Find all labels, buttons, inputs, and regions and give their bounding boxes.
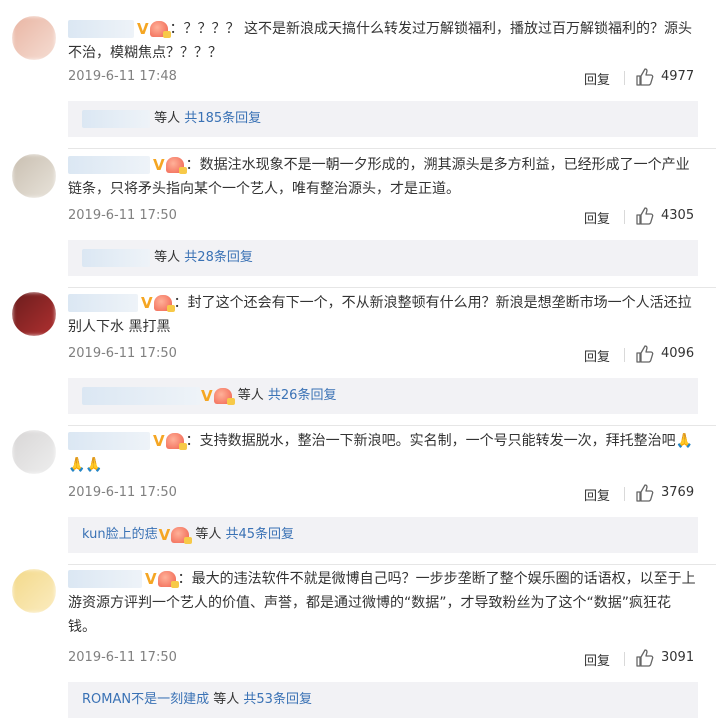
avatar[interactable]	[12, 292, 56, 336]
fan-badge-icon	[153, 295, 175, 312]
reply-button[interactable]: 回复	[584, 650, 610, 669]
reply-summary[interactable]: 等人 共185条回复	[68, 101, 698, 137]
reply-summary[interactable]: 等人 共28条回复	[68, 240, 698, 276]
like-count: 4305	[661, 208, 695, 223]
fan-badge-icon	[157, 571, 179, 588]
comment-meta: 2019-6-11 17:50 回复 4096	[68, 344, 698, 366]
replier-name[interactable]: kun脸上的痣	[82, 527, 158, 542]
reply-people: 等人	[213, 692, 240, 707]
divider	[624, 487, 625, 501]
comment-meta: 2019-6-11 17:50 回复 3091	[68, 648, 698, 670]
divider	[68, 564, 716, 565]
reply-people: 等人	[154, 250, 181, 265]
replier-blurred[interactable]	[82, 109, 150, 128]
fan-badge-icon	[149, 21, 171, 38]
timestamp: 2019-6-11 17:48	[68, 69, 177, 84]
reply-button[interactable]: 回复	[584, 208, 610, 227]
fan-badge-icon	[165, 157, 187, 174]
replier-name[interactable]: ROMAN不是一刻建成	[82, 692, 209, 707]
replier-blurred[interactable]	[82, 248, 150, 267]
comment-meta: 2019-6-11 17:50 回复 3769	[68, 483, 698, 505]
comment-meta: 2019-6-11 17:48 回复 4977	[68, 67, 698, 89]
avatar[interactable]	[12, 430, 56, 474]
divider	[624, 652, 625, 666]
reply-count-link[interactable]: 共28条回复	[184, 250, 253, 265]
reply-count-link[interactable]: 共26条回复	[268, 388, 337, 403]
divider	[624, 210, 625, 224]
fan-badge-icon	[171, 526, 193, 544]
v-badge-icon: V	[137, 20, 149, 38]
username-blurred[interactable]	[68, 570, 142, 588]
reply-summary[interactable]: V 等人 共26条回复	[68, 378, 698, 414]
fan-badge-icon	[165, 433, 187, 450]
reply-summary[interactable]: kun脸上的痣V 等人 共45条回复	[68, 517, 698, 553]
reply-button[interactable]: 回复	[584, 485, 610, 504]
like-count: 3769	[661, 485, 695, 500]
comment-text-block: V：？？？？ 这不是新浪成天搞什么转发过万解锁福利，播放过百万解锁福利的？源头不…	[68, 17, 698, 65]
v-badge-icon: V	[201, 386, 213, 405]
username-blurred[interactable]	[68, 432, 150, 450]
reply-count-link[interactable]: 共53条回复	[243, 692, 312, 707]
timestamp: 2019-6-11 17:50	[68, 208, 177, 223]
reply-people: 等人	[237, 388, 264, 403]
username-blurred[interactable]	[68, 20, 134, 38]
comment-text-block: V ：封了这个还会有下一个，不从新浪整顿有什么用？新浪是想垄断市场一个人活还拉别人…	[68, 291, 698, 339]
avatar[interactable]	[12, 16, 56, 60]
divider	[624, 71, 625, 85]
thumbs-up-icon[interactable]	[635, 206, 655, 226]
reply-button[interactable]: 回复	[584, 69, 610, 88]
thumbs-up-icon[interactable]	[635, 648, 655, 668]
divider	[624, 348, 625, 362]
reply-people: 等人	[195, 527, 222, 542]
thumbs-up-icon[interactable]	[635, 67, 655, 87]
reply-people: 等人	[154, 111, 181, 126]
comment-text-block: V ：支持数据脱水，整治一下新浪吧。实名制，一个号只能转发一次，拜托整治吧🙏🙏🙏	[68, 429, 698, 477]
like-count: 4096	[661, 346, 695, 361]
reply-button[interactable]: 回复	[584, 346, 610, 365]
username-blurred[interactable]	[68, 294, 138, 312]
comment-text-block: V ：数据注水现象不是一朝一夕形成的，溯其源头是多方利益，已经形成了一个产业链条，…	[68, 153, 698, 201]
divider	[68, 287, 716, 288]
timestamp: 2019-6-11 17:50	[68, 485, 177, 500]
comment-meta: 2019-6-11 17:50 回复 4305	[68, 206, 698, 228]
reply-count-link[interactable]: 共45条回复	[226, 527, 295, 542]
like-count: 3091	[661, 650, 695, 665]
avatar[interactable]	[12, 569, 56, 613]
like-count: 4977	[661, 69, 695, 84]
username-blurred[interactable]	[68, 156, 150, 174]
v-badge-icon: V	[153, 432, 165, 450]
v-badge-icon: V	[153, 156, 165, 174]
thumbs-up-icon[interactable]	[635, 483, 655, 503]
replier-blurred[interactable]	[82, 386, 200, 405]
reply-count-link[interactable]: 共185条回复	[184, 111, 261, 126]
avatar[interactable]	[12, 154, 56, 198]
comment-text-block: V ：最大的违法软件不就是微博自己吗？一步步垄断了整个娱乐圈的话语权，以至于上游资…	[68, 567, 698, 639]
divider	[68, 148, 716, 149]
timestamp: 2019-6-11 17:50	[68, 650, 177, 665]
divider	[68, 425, 716, 426]
thumbs-up-icon[interactable]	[635, 344, 655, 364]
v-badge-icon: V	[141, 294, 153, 312]
fan-badge-icon	[213, 387, 235, 405]
v-badge-icon: V	[145, 570, 157, 588]
reply-summary[interactable]: ROMAN不是一刻建成 等人 共53条回复	[68, 682, 698, 718]
timestamp: 2019-6-11 17:50	[68, 346, 177, 361]
v-badge-icon: V	[158, 525, 171, 544]
